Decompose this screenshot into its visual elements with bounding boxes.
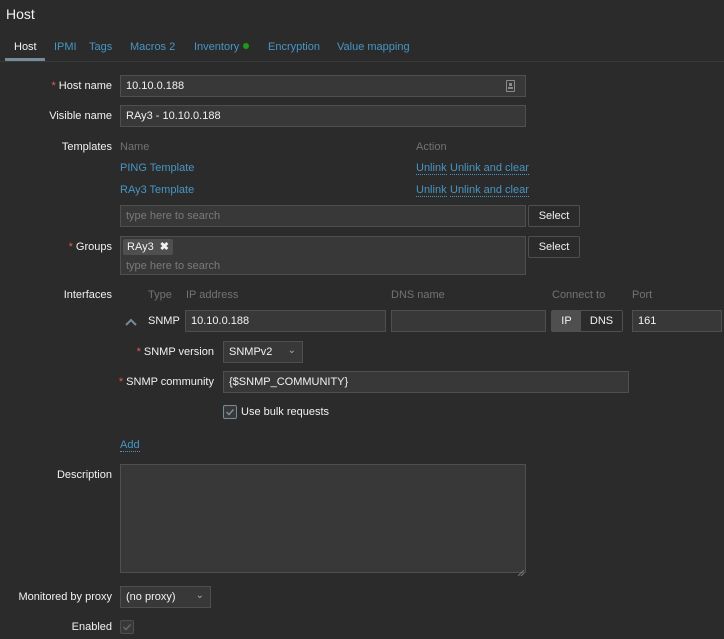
resize-handle-icon[interactable] xyxy=(517,565,525,577)
interfaces-col-port: Port xyxy=(632,289,653,301)
snmp-version-label: * SNMP version xyxy=(100,346,214,358)
required-marker: * xyxy=(51,80,56,92)
interface-port-input[interactable]: 161 xyxy=(632,310,722,332)
groups-label-text: Groups xyxy=(75,241,112,253)
host-name-label-text: Host name xyxy=(58,80,112,92)
unlink-button[interactable]: Unlink xyxy=(416,162,447,175)
collapse-chevron-up-icon[interactable] xyxy=(124,316,138,328)
page-title: Host xyxy=(6,6,35,22)
required-marker: * xyxy=(136,346,141,358)
templates-col-action: Action xyxy=(416,141,447,153)
group-tag: RAy3 ✖ xyxy=(123,239,173,255)
snmp-version-select[interactable]: SNMPv2 ⌄ xyxy=(223,341,303,363)
templates-select-button[interactable]: Select xyxy=(528,205,580,227)
autofill-icon-mark xyxy=(509,83,512,86)
templates-search-input[interactable]: type here to search xyxy=(120,205,526,227)
description-label: Description xyxy=(56,469,112,481)
remove-tag-icon[interactable]: ✖ xyxy=(160,241,169,253)
proxy-label: Monitored by proxy xyxy=(18,591,112,603)
interface-dns-input[interactable] xyxy=(391,310,546,332)
groups-search-input[interactable]: type here to search xyxy=(126,260,220,272)
proxy-value: (no proxy) xyxy=(126,591,176,603)
unlink-button[interactable]: Unlink xyxy=(416,184,447,197)
autofill-icon[interactable] xyxy=(506,80,515,92)
interfaces-col-dns: DNS name xyxy=(391,289,445,301)
interfaces-label: Interfaces xyxy=(63,289,112,301)
groups-multiselect[interactable]: RAy3 ✖ type here to search xyxy=(120,236,526,275)
templates-label: Templates xyxy=(61,141,112,153)
enabled-checkbox[interactable] xyxy=(120,620,134,634)
tab-host[interactable]: Host xyxy=(14,41,37,53)
interface-type: SNMP xyxy=(148,315,180,327)
interfaces-col-connect: Connect to xyxy=(552,289,606,301)
checkmark-icon xyxy=(225,408,235,416)
chevron-down-icon: ⌄ xyxy=(287,345,296,356)
checkmark-icon xyxy=(122,623,132,631)
template-link-ping[interactable]: PING Template xyxy=(120,162,194,174)
visible-name-input[interactable]: RAy3 - 10.10.0.188 xyxy=(120,105,526,127)
unlink-and-clear-button[interactable]: Unlink and clear xyxy=(450,184,529,197)
snmp-community-label: * SNMP community xyxy=(100,376,214,388)
active-tab-indicator xyxy=(5,58,45,61)
snmp-community-input[interactable]: {$SNMP_COMMUNITY} xyxy=(223,371,629,393)
use-bulk-requests-checkbox[interactable] xyxy=(223,405,237,419)
required-marker: * xyxy=(68,241,73,253)
tab-tags[interactable]: Tags xyxy=(89,41,112,53)
connect-dns-button[interactable]: DNS xyxy=(581,311,622,331)
snmp-community-label-text: SNMP community xyxy=(126,376,214,388)
tab-ipmi[interactable]: IPMI xyxy=(54,41,77,53)
snmp-version-label-text: SNMP version xyxy=(143,346,214,358)
enabled-label: Enabled xyxy=(71,621,112,633)
templates-col-name: Name xyxy=(120,141,150,153)
tab-inventory[interactable]: Inventory xyxy=(194,41,250,53)
tab-macros[interactable]: Macros 2 xyxy=(130,41,175,53)
unlink-and-clear-button[interactable]: Unlink and clear xyxy=(450,162,529,175)
template-link-ray3[interactable]: RAy3 Template xyxy=(120,184,194,196)
tab-bar: Host IPMI Tags Macros 2 Inventory Encryp… xyxy=(0,38,724,62)
use-bulk-requests-label: Use bulk requests xyxy=(241,406,330,418)
tab-value-mapping[interactable]: Value mapping xyxy=(337,41,410,53)
groups-select-button[interactable]: Select xyxy=(528,236,580,258)
description-textarea[interactable] xyxy=(120,464,526,573)
host-name-input[interactable]: 10.10.0.188 xyxy=(120,75,526,97)
proxy-select[interactable]: (no proxy) ⌄ xyxy=(120,586,211,608)
group-tag-label: RAy3 xyxy=(127,241,154,253)
required-marker: * xyxy=(118,376,124,388)
interfaces-col-type: Type xyxy=(148,289,172,301)
autofill-icon-base xyxy=(508,87,513,89)
add-interface-button[interactable]: Add xyxy=(120,439,140,452)
interface-ip-input[interactable]: 10.10.0.188 xyxy=(185,310,386,332)
interfaces-col-ip: IP address xyxy=(186,289,239,301)
connect-to-toggle: IP DNS xyxy=(551,310,623,332)
inventory-status-dot-icon xyxy=(243,43,250,49)
visible-name-label: Visible name xyxy=(49,110,112,122)
chevron-down-icon: ⌄ xyxy=(195,590,204,601)
connect-ip-button[interactable]: IP xyxy=(552,311,581,331)
host-name-value: 10.10.0.188 xyxy=(126,80,185,92)
snmp-version-value: SNMPv2 xyxy=(229,346,273,358)
groups-label: * Groups xyxy=(0,241,112,253)
tab-inventory-label: Inventory xyxy=(194,41,240,53)
host-name-label: * Host name xyxy=(0,80,112,92)
tab-encryption[interactable]: Encryption xyxy=(268,41,320,53)
